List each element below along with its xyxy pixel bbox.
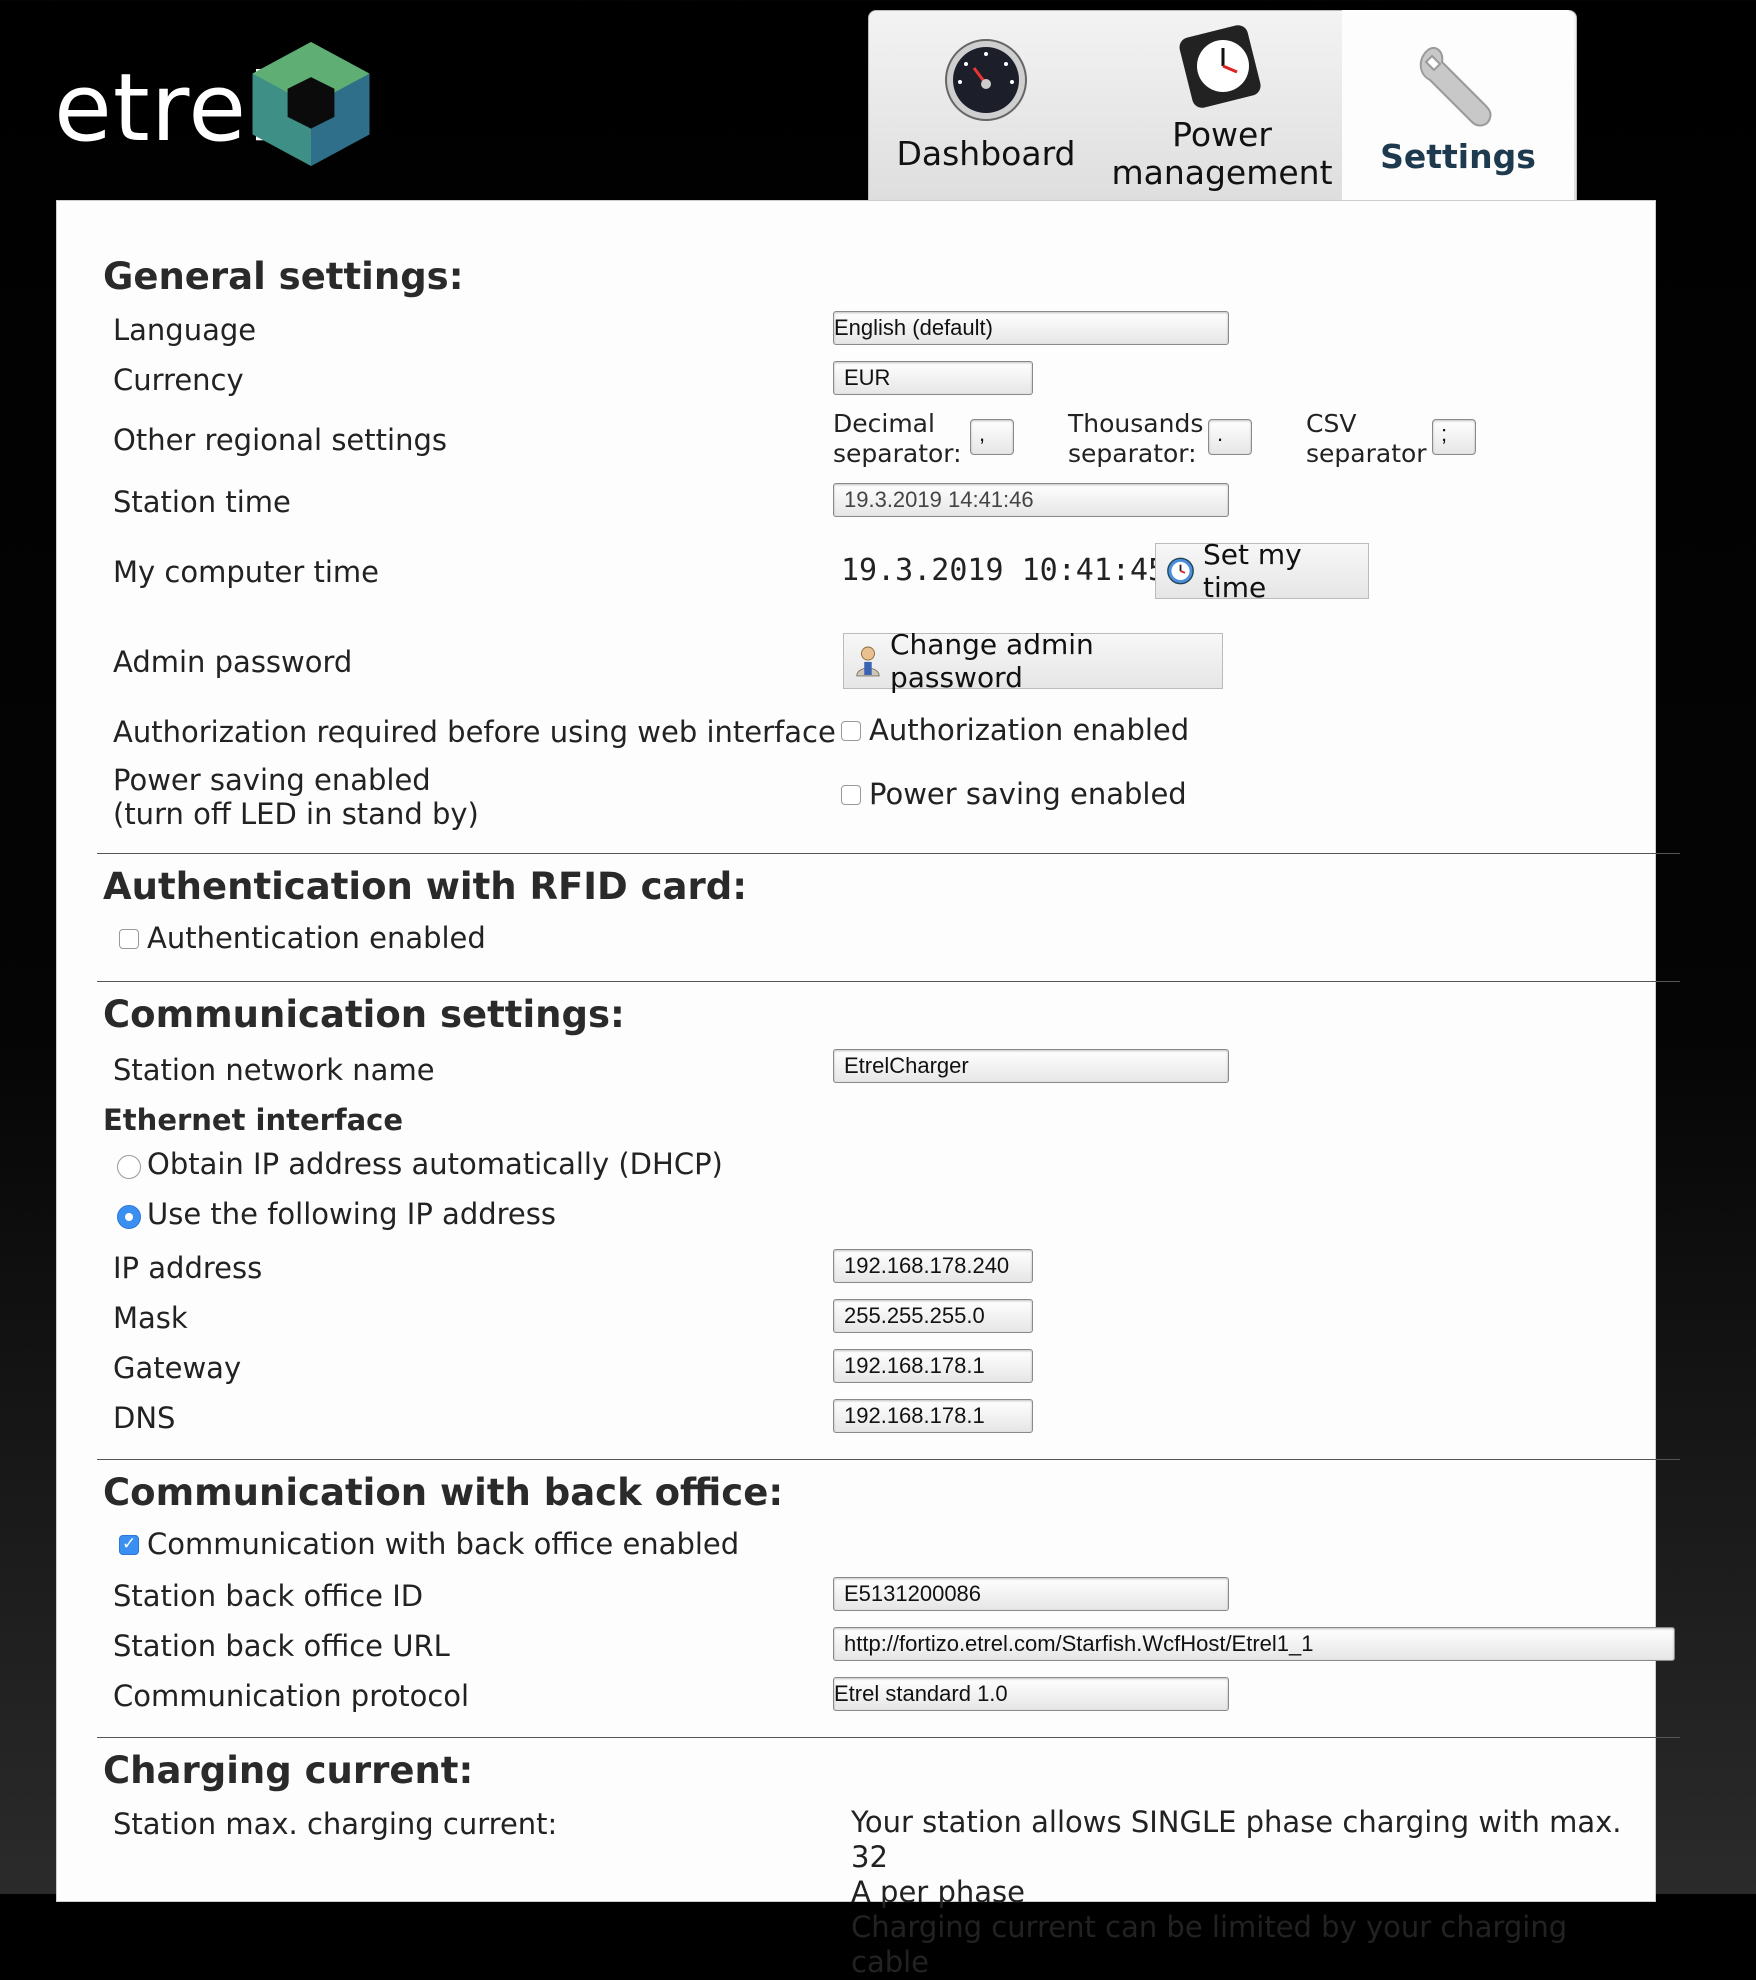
power-saving-checkbox-label: Power saving enabled [869,777,1187,811]
back-office-url-input[interactable]: http://fortizo.etrel.com/Starfish.WcfHos… [833,1627,1675,1661]
thousands-separator-label: Thousands separator: [1068,409,1204,468]
power-saving-label-line2: (turn off LED in stand by) [113,797,479,831]
csv-separator-label: CSV separator [1306,409,1427,468]
tab-power-management[interactable]: Power management [1104,10,1340,200]
mask-input[interactable]: 255.255.255.0 [833,1299,1033,1333]
change-admin-password-button[interactable]: Change admin password [843,628,1223,694]
rfid-title: Authentication with RFID card: [103,865,748,908]
decimal-separator-label: Decimal separator: [833,409,962,468]
max-charging-current-label: Station max. charging current: [113,1807,558,1841]
computer-time-label: My computer time [113,555,379,589]
regional-settings-label: Other regional settings [113,423,447,457]
power-clock-icon [1179,25,1261,108]
currency-label: Currency [113,363,244,397]
logo-wordmark: etrel [54,54,275,163]
settings-panel: General settings: Language English (defa… [56,200,1680,1979]
change-admin-password-label: Change admin password [889,628,1094,694]
back-office-title: Communication with back office: [103,1471,784,1514]
charging-info-line3: Charging current can be limited by your … [851,1910,1568,1979]
section-divider [97,1459,1680,1460]
set-my-time-button[interactable]: Set my time [1155,538,1369,604]
power-saving-checkbox[interactable] [841,785,861,805]
dns-label: DNS [113,1401,176,1435]
gateway-input[interactable]: 192.168.178.1 [833,1349,1033,1383]
back-office-enabled-label: Communication with back office enabled [147,1527,740,1561]
ethernet-interface-title: Ethernet interface [103,1103,404,1137]
language-label: Language [113,313,257,347]
clock-icon [1167,557,1194,585]
back-office-id-label: Station back office ID [113,1579,424,1613]
charging-info-line2: A per phase [851,1875,1025,1909]
static-ip-radio[interactable] [117,1205,141,1229]
back-office-url-label: Station back office URL [113,1629,450,1663]
dns-input[interactable]: 192.168.178.1 [833,1399,1033,1433]
computer-time-value: 19.3.2019 10:41:45 [841,553,1167,588]
logo-cube-icon [252,42,370,166]
charging-info-line1: Your station allows SINGLE phase chargin… [851,1805,1622,1874]
charging-info-text: Your station allows SINGLE phase chargin… [851,1805,1651,1980]
dhcp-label: Obtain IP address automatically (DHCP) [147,1147,723,1181]
main-tab-bar: Dashboard Power management Settings [868,10,1577,204]
language-select[interactable]: English (default) [833,311,1229,345]
tab-settings-label: Settings [1380,137,1536,176]
protocol-select[interactable]: Etrel standard 1.0 [833,1677,1229,1711]
charging-current-title: Charging current: [103,1749,474,1792]
tab-dashboard-label: Dashboard [896,134,1076,173]
authorization-enabled-label: Authorization enabled [869,713,1190,747]
currency-input[interactable]: EUR [833,361,1033,395]
section-divider [97,853,1680,854]
set-my-time-label: Set my time [1203,538,1302,604]
general-settings-title: General settings: [103,255,464,298]
ip-address-label: IP address [113,1251,263,1285]
protocol-label: Communication protocol [113,1679,470,1713]
rfid-authentication-label: Authentication enabled [147,921,486,955]
network-name-label: Station network name [113,1053,435,1087]
dhcp-radio[interactable] [117,1155,141,1179]
power-saving-label-line1: Power saving enabled [113,763,431,797]
ip-address-input[interactable]: 192.168.178.240 [833,1249,1033,1283]
communication-settings-title: Communication settings: [103,993,625,1036]
thousands-separator-input[interactable]: . [1208,419,1252,455]
dashboard-gauge-icon [945,39,1027,121]
section-divider [97,981,1680,982]
back-office-id-input[interactable]: E5131200086 [833,1577,1229,1611]
authorization-required-label: Authorization required before using web … [113,715,836,749]
tab-dashboard[interactable]: Dashboard [868,10,1104,200]
station-time-label: Station time [113,485,291,519]
decimal-separator-input[interactable]: , [970,419,1014,455]
wrench-icon [1419,46,1492,127]
back-office-enabled-checkbox[interactable] [119,1534,139,1555]
mask-label: Mask [113,1301,188,1335]
station-time-field: 19.3.2019 14:41:46 [833,483,1229,517]
tab-power-management-label: Power management [1111,115,1333,192]
rfid-authentication-checkbox[interactable] [119,929,139,949]
admin-password-label: Admin password [113,645,353,679]
csv-separator-input[interactable]: ; [1432,419,1476,455]
admin-user-icon [856,646,880,677]
gateway-label: Gateway [113,1351,242,1385]
static-ip-label: Use the following IP address [147,1197,556,1231]
tab-settings[interactable]: Settings [1342,10,1574,204]
authorization-enabled-checkbox[interactable] [841,721,861,741]
network-name-input[interactable]: EtrelCharger [833,1049,1229,1083]
section-divider [97,1737,1680,1738]
